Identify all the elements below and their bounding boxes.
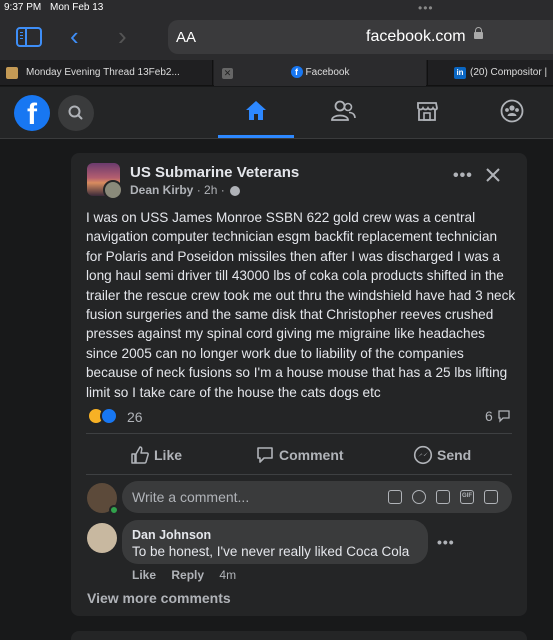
tab-monday-thread[interactable]: Monday Evening Thread 13Feb2... — [0, 60, 213, 86]
search-icon — [68, 105, 83, 120]
tab-title: Monday Evening Thread 13Feb2... — [26, 67, 180, 78]
camera-icon[interactable] — [436, 490, 450, 504]
forward-icon[interactable]: › — [118, 21, 127, 52]
facebook-top-nav: f — [0, 87, 553, 139]
current-user-avatar[interactable] — [87, 483, 119, 515]
groups-icon — [500, 99, 524, 123]
group-name[interactable]: US Submarine Veterans — [130, 164, 299, 181]
avatar-sticker-icon[interactable] — [388, 490, 402, 504]
reader-options-button[interactable]: AA — [176, 29, 196, 46]
comment-reply-link[interactable]: Reply — [171, 568, 204, 582]
post-time[interactable]: 2h — [204, 183, 217, 197]
facebook-logo-icon[interactable]: f — [14, 95, 50, 131]
lock-icon — [474, 27, 483, 39]
nav-friends[interactable] — [304, 87, 380, 138]
messenger-icon — [413, 445, 433, 465]
comment-more-options-icon[interactable]: ••• — [437, 534, 455, 550]
comment-count[interactable]: 6 — [485, 408, 511, 424]
sticker-icon[interactable] — [484, 490, 498, 504]
post-meta: Dean Kirby · 2h · — [130, 183, 241, 197]
status-time: 9:37 PM — [4, 2, 42, 13]
post-body: I was on USS James Monroe SSBN 622 gold … — [86, 210, 516, 400]
nav-home[interactable] — [218, 87, 294, 138]
comment-time: 4m — [219, 568, 237, 582]
view-more-comments-link[interactable]: View more comments — [87, 590, 231, 606]
tab-bar: Monday Evening Thread 13Feb2... ✕ f Faceb… — [0, 60, 553, 86]
comment-bubble: Dan Johnson To be honest, I've never rea… — [122, 520, 428, 564]
comment-icon — [257, 447, 273, 463]
next-post-card — [71, 631, 527, 640]
status-bar: 9:37 PM Mon Feb 13 ••• — [0, 0, 553, 18]
browser-toolbar: ‹ › AA facebook.com — [0, 18, 553, 60]
close-icon — [486, 168, 500, 182]
post-card: US Submarine Veterans Dean Kirby · 2h · … — [71, 153, 527, 616]
post-author[interactable]: Dean Kirby — [130, 183, 193, 197]
url-text[interactable]: facebook.com — [366, 28, 466, 46]
online-status-icon — [109, 505, 119, 515]
tab-facebook[interactable]: ✕ f Facebook — [214, 60, 426, 86]
sidebar-toggle-icon[interactable] — [16, 27, 42, 47]
multitasking-dots-icon[interactable]: ••• — [418, 1, 434, 15]
divider — [86, 433, 512, 434]
close-tab-icon[interactable]: ✕ — [222, 68, 233, 79]
comment-text: To be honest, I've never really liked Co… — [132, 544, 410, 559]
like-label: Like — [154, 447, 183, 463]
comment-label: Comment — [279, 447, 344, 463]
status-date: Mon Feb 13 — [50, 2, 104, 13]
comment-actions: Like Reply 4m — [132, 568, 236, 582]
divider — [86, 474, 512, 475]
linkedin-favicon-icon: in — [454, 67, 466, 79]
gif-icon[interactable]: GIF — [460, 490, 474, 504]
comment-input[interactable] — [132, 487, 372, 507]
like-reaction-icon — [100, 407, 118, 425]
meta-separator: · — [196, 183, 201, 197]
nav-groups[interactable] — [474, 87, 550, 138]
tab-title: Facebook — [305, 67, 350, 78]
site-favicon-icon — [6, 67, 18, 79]
send-label: Send — [437, 447, 472, 463]
post-more-options-icon[interactable]: ••• — [453, 167, 473, 185]
search-button[interactable] — [58, 95, 94, 131]
meta-separator: · — [220, 183, 225, 197]
comment-like-link[interactable]: Like — [132, 568, 156, 582]
comment-count-value: 6 — [485, 408, 493, 424]
tab-title: (20) Compositor | — [470, 67, 548, 78]
nav-marketplace[interactable] — [389, 87, 465, 138]
marketplace-icon — [417, 102, 438, 121]
thumbs-up-icon — [131, 446, 149, 464]
emoji-icon[interactable] — [412, 490, 426, 504]
friends-icon — [331, 100, 356, 121]
facebook-favicon-icon: f — [290, 66, 303, 79]
comment-bubble-icon — [498, 410, 510, 423]
comment-box[interactable]: GIF — [122, 481, 512, 513]
public-globe-icon — [230, 185, 241, 196]
commenter-name[interactable]: Dan Johnson — [132, 528, 211, 542]
home-icon — [246, 101, 266, 120]
back-icon[interactable]: ‹ — [70, 21, 79, 52]
tab-linkedin[interactable]: in (20) Compositor | — [427, 60, 553, 86]
reaction-count: 26 — [127, 409, 143, 425]
address-bar[interactable]: AA facebook.com — [168, 20, 553, 54]
author-avatar[interactable] — [103, 180, 123, 200]
commenter-avatar[interactable] — [87, 523, 117, 553]
hide-post-button[interactable] — [485, 167, 501, 188]
